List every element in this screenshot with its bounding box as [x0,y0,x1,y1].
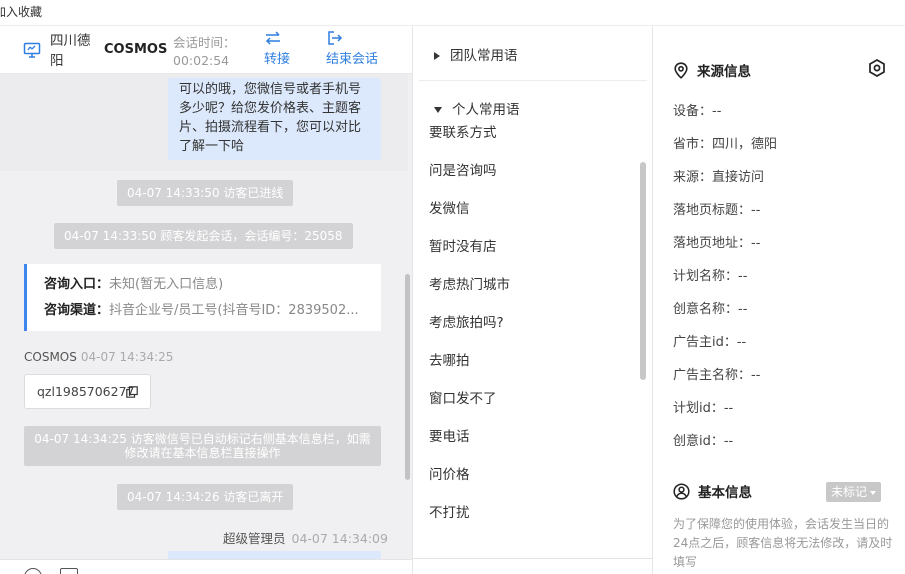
favorites-bar: 加入收藏 [0,0,905,26]
end-session-button[interactable]: 结束会话 [326,30,378,67]
consult-info-card: 咨询入口：未知(暂无入口信息) 咨询渠道：抖音企业号/员工号(抖音号ID：283… [24,264,381,331]
caret-right-icon [434,52,440,60]
store-name: COSMOS [104,42,168,57]
team-phrases-group[interactable]: 团队常用语 [434,44,518,64]
session-time-value: 00:02:54 [173,53,230,68]
plan-name-field: 计划名称：-- [673,269,748,284]
phrase-item[interactable]: 考虑热门城市 [429,274,629,312]
phrase-item[interactable]: 要联系方式 [429,122,629,160]
chat-panel: 四川德阳 COSMOS 会话时间： 00:02:54 转接 结束会话 可以的哦，… [0,26,412,574]
consult-entry-row: 咨询入口：未知(暂无入口信息) [44,273,381,299]
consult-entry-label: 咨询入口： [44,277,110,292]
chevron-down-icon [870,490,877,495]
app-root: 加入收藏 四川德阳 COSMOS 会话时间： 00:02:54 转接 结束会话 … [0,0,905,574]
user-circle-icon [673,483,690,500]
team-phrases-label: 团队常用语 [450,48,518,64]
consult-channel-label: 咨询渠道： [44,303,110,318]
caret-down-icon [434,107,442,113]
phrase-item[interactable]: 去哪拍 [429,350,629,388]
divider [419,80,647,81]
consult-entry-value: 未知(暂无入口信息) [109,277,224,292]
personal-phrases-group[interactable]: 个人常用语 [434,98,520,118]
phrase-list: 要联系方式 问是咨询吗 发微信 暂时没有店 考虑热门城市 考虑旅拍吗? 去哪拍 … [429,122,629,540]
landing-title-field: 落地页标题：-- [673,203,761,218]
creative-id-field: 创意id：-- [673,434,734,449]
sender-name: COSMOS [24,350,77,364]
phrase-item[interactable]: 要电话 [429,426,629,464]
system-message: 04-07 14:34:26 访客已离开 [117,484,294,510]
phrase-item[interactable]: 窗口发不了 [429,388,629,426]
phrase-item[interactable]: 暂时没有店 [429,236,629,274]
end-session-label: 结束会话 [326,52,379,67]
transfer-label: 转接 [264,52,291,67]
monitor-icon [23,42,41,58]
consult-channel-row: 咨询渠道：抖音企业号/员工号(抖音号ID：2839502... [44,299,381,325]
sender-time: 04-07 14:34:25 [80,350,174,364]
plan-id-field: 计划id：-- [673,401,734,416]
system-message: 04-07 14:33:50 访客已进线 [117,180,294,206]
sender-name: 超级管理员 [223,531,286,546]
wechat-id: qzl1985706277 [37,384,135,399]
system-message: 04-07 14:34:25 访客微信号已自动标记右侧基本信息栏，如需修改请在基… [24,426,381,466]
origin-field: 来源：直接访问 [673,170,765,185]
agent-message-bubble: 可以的哦，您微信号或者手机号多少呢？给您发价格表、主题客片、拍摄流程看下，您可以… [168,78,381,160]
basic-info-label: 基本信息 [698,485,752,501]
session-time-label: 会话时间： [173,35,236,50]
settings-icon[interactable] [867,58,887,78]
basic-info-title: 基本信息 [673,481,752,501]
phrase-scrollbar[interactable] [640,162,646,380]
tag-status-label: 未标记 [831,485,868,499]
add-favorite-link[interactable]: 加入收藏 [0,3,42,20]
image-icon[interactable] [60,568,78,574]
source-info-title: 来源信息 [673,60,751,80]
sender-time: 04-07 14:34:09 [291,531,388,546]
message-sender: COSMOS 04-07 14:34:25 [24,350,173,364]
personal-phrases-label: 个人常用语 [452,102,520,118]
phrase-item[interactable]: 问价格 [429,464,629,502]
advertiser-name-field: 广告主名称：-- [673,368,761,383]
advertiser-id-field: 广告主id：-- [673,335,747,350]
divider [413,558,652,559]
landing-url-field: 落地页地址：-- [673,236,761,251]
chat-scrollbar[interactable] [405,274,410,480]
visitor-info-panel: 来源信息 设备：-- 省市：四川，德阳 来源：直接访问 落地页标题：-- 落地页… [653,26,905,574]
emoji-icon[interactable] [24,568,42,574]
transfer-button[interactable]: 转接 [264,30,290,67]
chat-header: 四川德阳 COSMOS 会话时间： 00:02:54 转接 结束会话 [0,26,412,74]
creative-name-field: 创意名称：-- [673,302,748,317]
phrases-panel: 团队常用语 个人常用语 要联系方式 问是咨询吗 发微信 暂时没有店 考虑热门城市… [412,26,653,574]
copy-icon[interactable] [126,386,138,398]
message-row: 可以的哦，您微信号或者手机号多少呢？给您发价格表、主题客片、拍摄流程看下，您可以… [0,74,408,171]
tag-status-dropdown[interactable]: 未标记 [826,482,882,502]
system-message: 04-07 14:33:50 顾客发起会话，会话编号：25058 [54,223,353,249]
location-pin-icon [674,62,688,79]
phrase-item[interactable]: 考虑旅拍吗? [429,312,629,350]
consult-channel-value: 抖音企业号/员工号(抖音号ID：2839502... [109,303,359,318]
edit-notice: 为了保障您的使用体验，会话发生当日的24点之后，顾客信息将无法修改，请及时填写 [673,517,893,569]
input-toolbar [0,559,412,574]
phrase-item[interactable]: 不打扰 [429,502,629,540]
transfer-icon [265,31,280,45]
province-field: 省市：四川，德阳 [673,137,778,152]
phrase-item[interactable]: 发微信 [429,198,629,236]
device-field: 设备：-- [673,104,722,119]
chat-messages[interactable]: 可以的哦，您微信号或者手机号多少呢？给您发价格表、主题客片、拍摄流程看下，您可以… [0,74,412,574]
phrase-item[interactable]: 问是咨询吗 [429,160,629,198]
exit-icon [328,31,343,45]
message-sender: 超级管理员 04-07 14:34:09 [223,528,388,547]
wechat-id-card: qzl1985706277 [24,374,151,409]
source-info-label: 来源信息 [697,64,751,80]
visitor-location: 四川德阳 [50,33,91,69]
